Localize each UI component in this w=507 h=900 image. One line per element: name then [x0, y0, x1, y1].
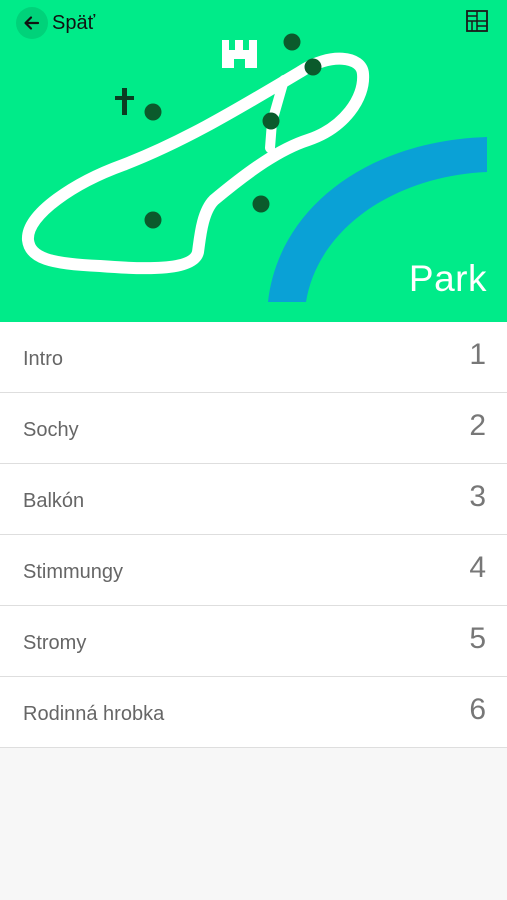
- stop-number: 1: [469, 338, 486, 371]
- list-item[interactable]: Stromy 5: [0, 606, 507, 677]
- stop-marker: [144, 103, 162, 121]
- stop-list: Intro 1 Sochy 2 Balkón 3 Stimmungy 4 Str…: [0, 322, 507, 748]
- stop-marker: [144, 211, 162, 229]
- stop-label: Sochy: [23, 419, 79, 441]
- arrow-left-icon: [16, 7, 48, 39]
- cross-icon: [115, 88, 134, 115]
- park-header: Späť Park: [0, 0, 507, 322]
- stop-number: 3: [469, 480, 486, 513]
- stop-label: Rodinná hrobka: [23, 703, 165, 725]
- list-item[interactable]: Intro 1: [0, 322, 507, 393]
- stop-marker: [262, 112, 280, 130]
- stop-number: 2: [469, 409, 486, 442]
- stop-number: 4: [469, 551, 486, 584]
- stop-marker: [252, 195, 270, 213]
- stop-label: Stimmungy: [23, 561, 124, 583]
- list-item[interactable]: Sochy 2: [0, 393, 507, 464]
- map-grid-icon[interactable]: [465, 9, 489, 33]
- stop-label: Stromy: [23, 632, 87, 654]
- stop-marker: [304, 58, 322, 76]
- stop-marker: [283, 33, 301, 51]
- page-title: Park: [408, 258, 487, 299]
- back-label: Späť: [52, 11, 96, 34]
- list-item[interactable]: Balkón 3: [0, 464, 507, 535]
- back-button[interactable]: Späť: [16, 6, 95, 40]
- stop-label: Intro: [23, 348, 64, 370]
- stop-number: 6: [469, 693, 486, 726]
- list-item[interactable]: Rodinná hrobka 6: [0, 677, 507, 748]
- stop-number: 5: [469, 622, 486, 655]
- stop-label: Balkón: [23, 490, 85, 512]
- list-item[interactable]: Stimmungy 4: [0, 535, 507, 606]
- castle-icon: [222, 40, 257, 68]
